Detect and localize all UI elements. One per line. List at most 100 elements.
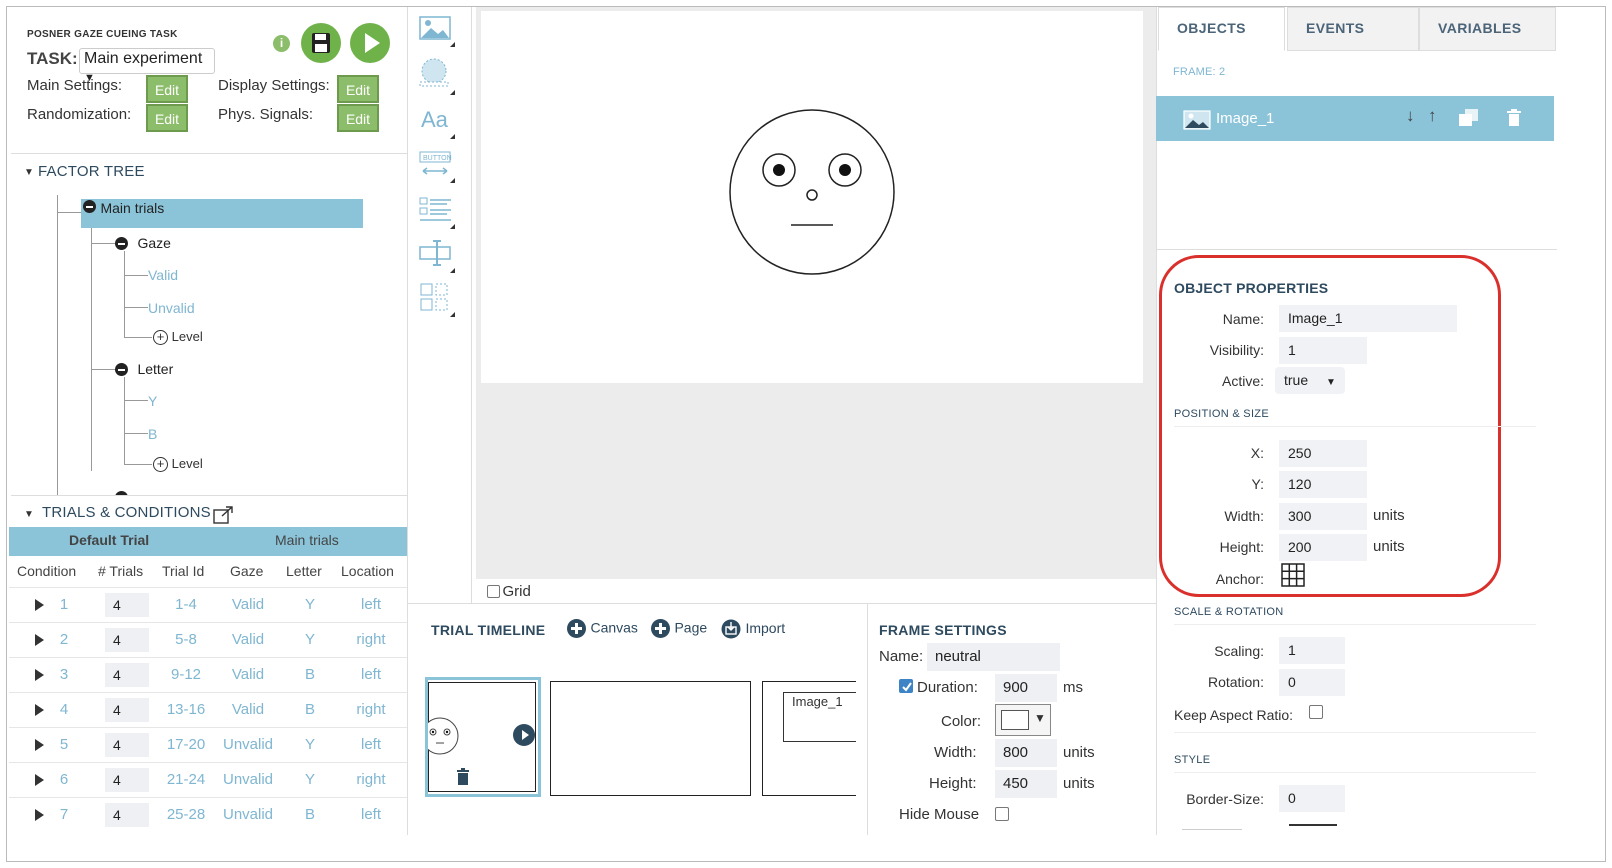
prop-y-input[interactable]: 120 [1279, 471, 1367, 498]
move-down-icon[interactable]: ↓ [1406, 106, 1415, 126]
tool-input[interactable] [415, 237, 459, 282]
prop-name-input[interactable]: Image_1 [1279, 305, 1457, 332]
randomization-edit-button[interactable]: Edit [146, 104, 188, 132]
prop-height-label: Height: [1219, 539, 1264, 555]
divider [408, 603, 1156, 604]
duration-input[interactable]: 900 [995, 674, 1057, 702]
timeline-frame-3[interactable]: Image_1 [762, 681, 856, 796]
cell-condition: 6 [59, 771, 69, 788]
face-image[interactable] [481, 11, 1143, 383]
frame-name-input[interactable]: neutral [927, 643, 1060, 671]
trials-count-input[interactable]: 4 [105, 663, 149, 687]
add-canvas-button[interactable]: Canvas [567, 619, 638, 638]
tree-level-b[interactable]: B [148, 426, 157, 442]
phys-signals-edit-button[interactable]: Edit [337, 104, 379, 132]
expand-row-icon[interactable] [35, 704, 44, 716]
prop-border-size-input[interactable]: 0 [1279, 785, 1345, 812]
prop-scaling-input[interactable]: 1 [1279, 637, 1345, 664]
add-level-button[interactable]: + Level [153, 329, 203, 346]
trash-icon[interactable] [1506, 108, 1522, 128]
prop-x-input[interactable]: 250 [1279, 440, 1367, 467]
stage[interactable] [481, 11, 1143, 383]
tree-level-unvalid[interactable]: Unvalid [148, 300, 195, 316]
collapse-triangle-icon[interactable]: ▼ [24, 167, 34, 178]
tree-line [124, 275, 148, 276]
collapse-minus-icon[interactable] [115, 237, 128, 251]
import-button[interactable]: Import [721, 619, 785, 639]
trials-count-input[interactable]: 4 [105, 803, 149, 827]
expand-row-icon[interactable] [35, 599, 44, 611]
timeline-frame-1[interactable] [425, 677, 541, 797]
trials-count-input[interactable]: 4 [105, 768, 149, 792]
collapse-minus-icon[interactable] [83, 200, 96, 214]
anchor-grid-icon[interactable] [1281, 563, 1305, 587]
play-frame-button[interactable] [513, 724, 535, 746]
run-button[interactable] [350, 23, 390, 63]
tool-button[interactable]: BUTTON [415, 149, 459, 194]
tool-text[interactable]: Aa [415, 103, 459, 148]
tool-layout[interactable] [415, 281, 459, 326]
prop-visibility-input[interactable]: 1 [1279, 337, 1367, 364]
expand-row-icon[interactable] [35, 669, 44, 681]
table-row[interactable]: 5 4 17-20 Unvalid Y left [9, 728, 407, 762]
prop-active-select[interactable]: true ▼ [1275, 367, 1345, 394]
prop-rotation-input[interactable]: 0 [1279, 669, 1345, 696]
tool-video[interactable] [415, 57, 459, 102]
tool-image[interactable] [415, 13, 459, 58]
cell-trial-id: 25-28 [166, 806, 206, 823]
expand-row-icon[interactable] [35, 739, 44, 751]
duplicate-icon[interactable] [1458, 108, 1480, 128]
external-link-icon[interactable] [213, 505, 235, 525]
add-page-button[interactable]: Page [651, 619, 707, 638]
info-icon[interactable]: i [273, 35, 290, 52]
duration-checkbox[interactable] [899, 679, 913, 693]
tree-level-y[interactable]: Y [148, 393, 157, 409]
move-up-icon[interactable]: ↑ [1428, 106, 1437, 126]
table-row[interactable]: 4 4 13-16 Valid B right [9, 693, 407, 727]
trials-count-input[interactable]: 4 [105, 593, 149, 617]
grid-toggle[interactable]: Grid [487, 583, 531, 601]
tree-node-letter[interactable]: Letter [115, 361, 173, 379]
tool-list[interactable] [415, 195, 459, 240]
save-button[interactable] [301, 23, 341, 63]
color-picker[interactable]: ▼ [995, 704, 1051, 736]
tree-node-gaze[interactable]: Gaze [115, 235, 171, 253]
tab-objects[interactable]: OBJECTS [1158, 7, 1285, 51]
col-header-trial-id: Trial Id [162, 563, 205, 579]
display-settings-edit-button[interactable]: Edit [337, 75, 379, 103]
trials-count-input[interactable]: 4 [105, 698, 149, 722]
expand-row-icon[interactable] [35, 774, 44, 786]
tree-node-main-trials[interactable]: Main trials [81, 199, 363, 228]
grid-checkbox[interactable] [487, 585, 500, 599]
keep-aspect-checkbox[interactable] [1309, 705, 1323, 719]
prop-height-input[interactable]: 200 [1279, 534, 1367, 561]
collapse-minus-icon[interactable] [115, 363, 128, 377]
trials-count-input[interactable]: 4 [105, 628, 149, 652]
table-row[interactable]: 3 4 9-12 Valid B left [9, 658, 407, 692]
tree-level-valid[interactable]: Valid [148, 267, 178, 283]
cell-location: left [360, 806, 381, 823]
table-row[interactable]: 1 4 1-4 Valid Y left [9, 588, 407, 622]
tab-events[interactable]: EVENTS [1287, 7, 1419, 51]
prop-width-input[interactable]: 300 [1279, 503, 1367, 530]
collapse-triangle-icon[interactable]: ▼ [24, 509, 34, 520]
hide-mouse-checkbox[interactable] [995, 807, 1009, 821]
frame-height-input[interactable]: 450 [995, 770, 1057, 798]
main-settings-edit-button[interactable]: Edit [146, 75, 188, 103]
table-row[interactable]: 6 4 21-24 Unvalid Y right [9, 763, 407, 797]
trash-icon[interactable] [455, 766, 471, 786]
timeline-frame-2[interactable] [550, 681, 751, 796]
expand-row-icon[interactable] [35, 809, 44, 821]
object-row-image-1[interactable]: Image_1 ↓ ↑ [1156, 96, 1554, 141]
table-row[interactable]: 2 4 5-8 Valid Y right [9, 623, 407, 657]
add-level-button[interactable]: + Level [153, 456, 203, 473]
tab-variables[interactable]: VARIABLES [1419, 7, 1556, 51]
trials-count-input[interactable]: 4 [105, 733, 149, 757]
tree-node-label: Main trials [100, 200, 165, 216]
table-row[interactable]: 7 4 25-28 Unvalid B left [9, 798, 407, 832]
expand-row-icon[interactable] [35, 634, 44, 646]
frame-width-input[interactable]: 800 [995, 739, 1057, 767]
input-tool-icon [419, 240, 455, 273]
cell-condition: 7 [59, 806, 69, 823]
task-select[interactable]: Main experiment ▼ [79, 48, 215, 84]
